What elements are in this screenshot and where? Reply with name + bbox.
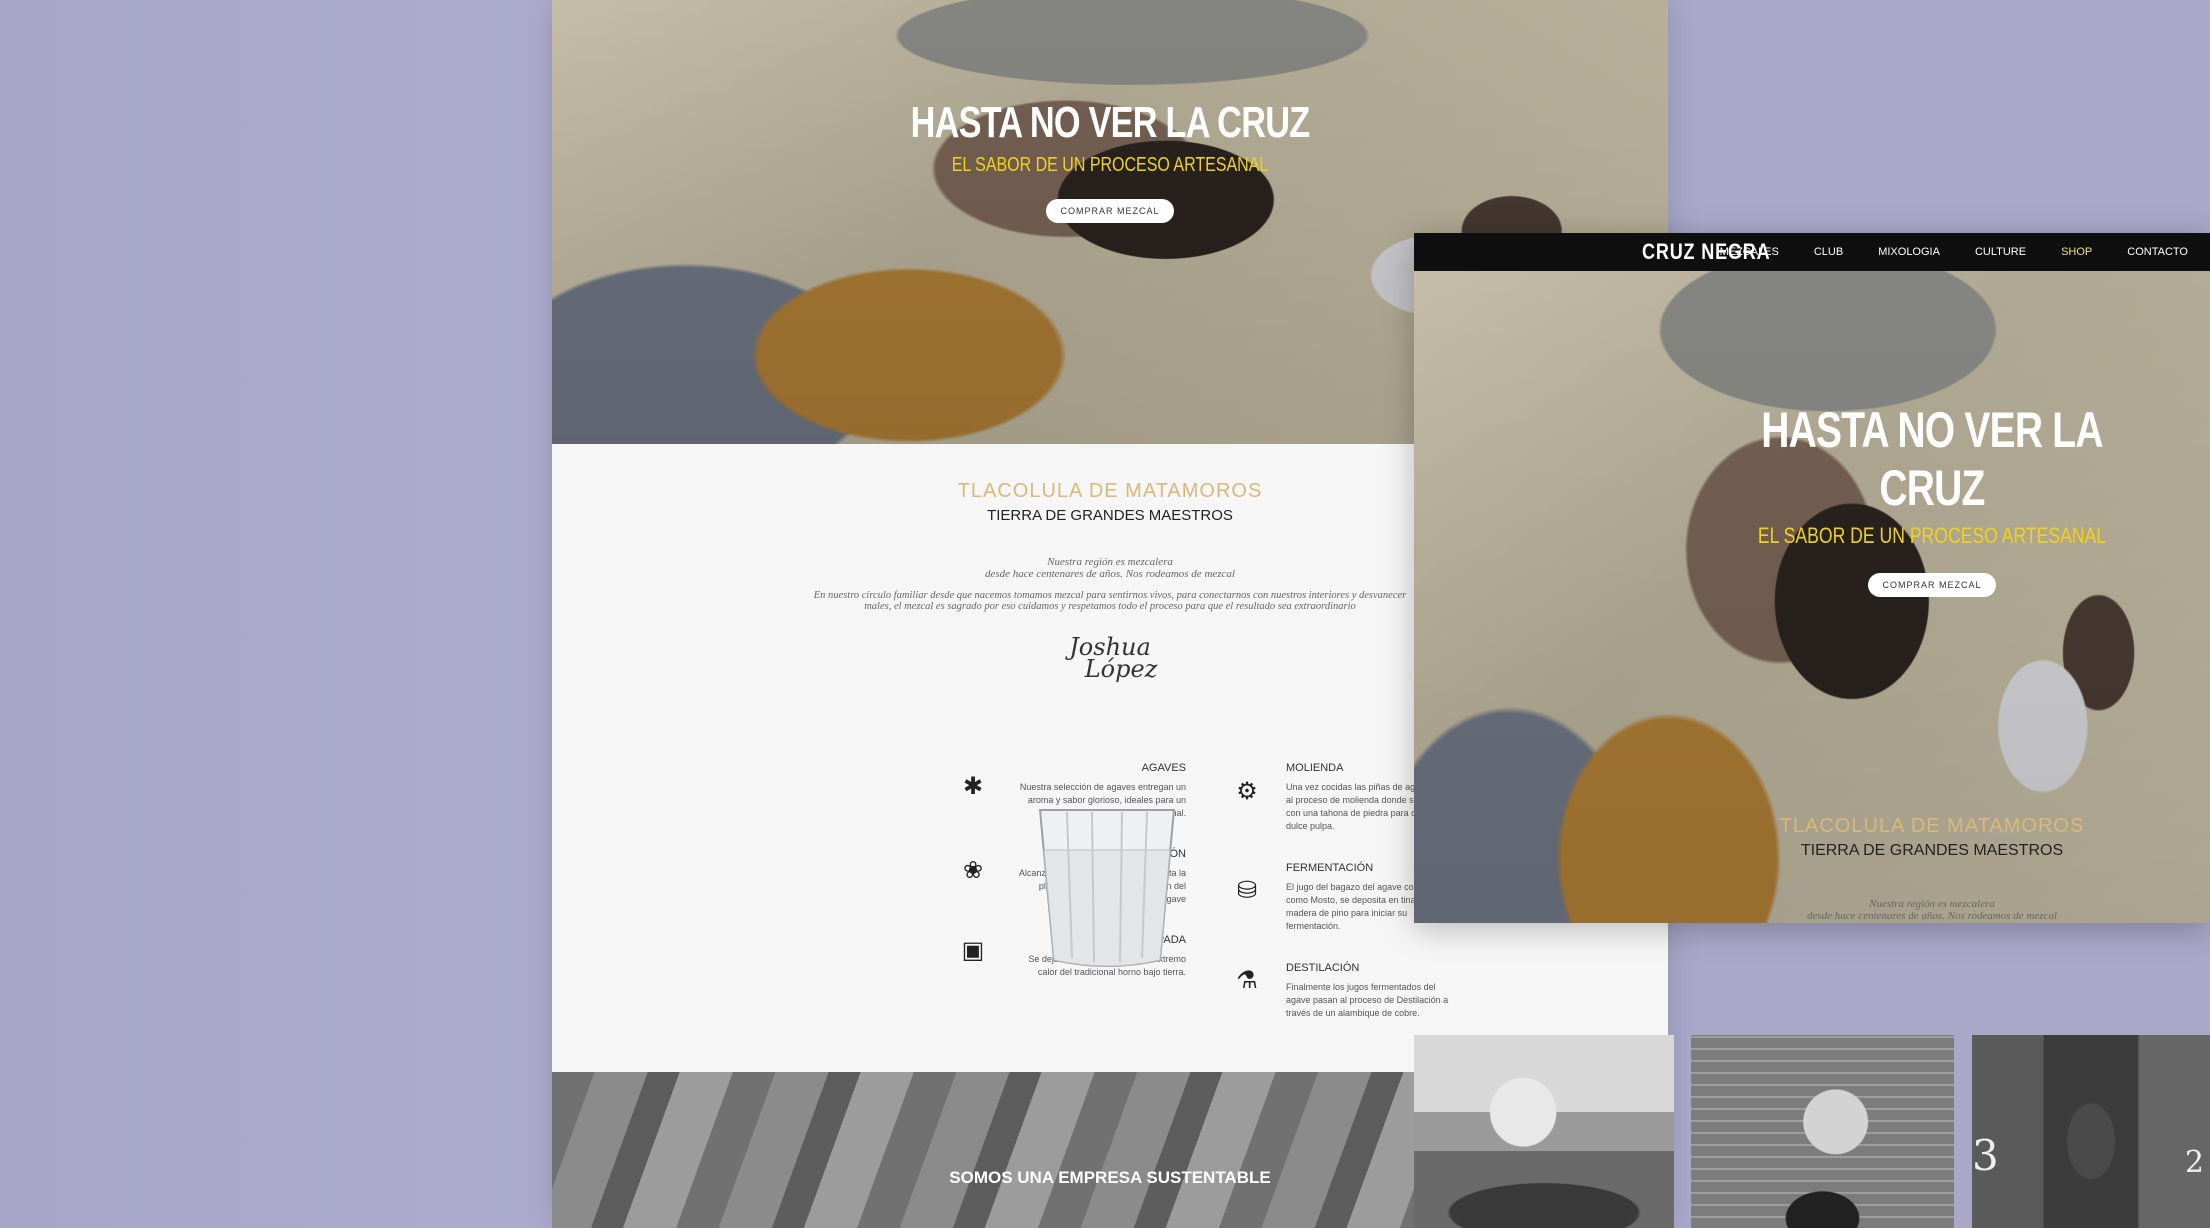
barrel-icon: ⛁	[1236, 877, 1258, 904]
process-text: través de un alambique de cobre.	[1286, 1008, 1420, 1018]
hero-content: HASTA NO VER LA CRUZ EL SABOR DE UN PROC…	[552, 98, 1668, 223]
process-destilacion: DESTILACIÓN Finalmente los jugos ferment…	[1286, 962, 1456, 1020]
hero-subtitle: EL SABOR DE UN PROCESO ARTESANAL	[951, 154, 1269, 176]
nav-item-club[interactable]: CLUB	[1814, 246, 1843, 258]
still-icon: ⚗	[1236, 967, 1258, 994]
nav-item-shop[interactable]: SHOP	[2061, 246, 2092, 258]
nav-menu: MEZCALES CLUB MIXOLOGIA CULTURE SHOP CON…	[1685, 233, 2188, 271]
process-text: agave pasan al proceso de Destilación a	[1286, 995, 1449, 1005]
mockup-desktop: CRUZ NEGRA MEZCALES CLUB MIXOLOGIA CULTU…	[1414, 233, 2210, 923]
quote-line-2: desde hace centenares de años. Nos rodea…	[1807, 910, 2057, 922]
region-title: TLACOLULA DE MATAMOROS	[1779, 815, 2085, 837]
quote-line-1: Nuestra región es mezcalera	[1869, 898, 1995, 910]
agave-icon: ✱	[962, 773, 984, 800]
mill-icon: ⚙	[1236, 778, 1258, 805]
hero-content-desktop: HASTA NO VER LA CRUZ EL SABOR DE UN PROC…	[1654, 401, 2210, 597]
intro-section-desktop: TLACOLULA DE MATAMOROS TIERRA DE GRANDES…	[1654, 815, 2210, 922]
photo-mezcal-maker	[1691, 1035, 1954, 1228]
hero-subtitle: EL SABOR DE UN PROCESO ARTESANAL	[1757, 523, 2107, 548]
process-text: Finalmente los jugos fermentados del	[1286, 982, 1436, 992]
oven-icon: ▣	[961, 937, 985, 964]
top-nav: CRUZ NEGRA MEZCALES CLUB MIXOLOGIA CULTU…	[1414, 233, 2210, 271]
barrel-number: 2	[2184, 1145, 2204, 1180]
process-title: DESTILACIÓN	[1286, 962, 1360, 974]
background	[0, 0, 552, 1228]
photo-field-worker	[1414, 1035, 1674, 1228]
nav-item-culture[interactable]: CULTURE	[1975, 246, 2026, 258]
sustainable-title: SOMOS UNA EMPRESA SUSTENTABLE	[949, 1168, 1271, 1187]
mezcal-glass-image	[1038, 809, 1176, 967]
region-tagline: TIERRA DE GRANDES MAESTROS	[1800, 842, 2064, 859]
agave-heart-icon: ❀	[962, 857, 984, 884]
barrel-number: 3	[1972, 1131, 1999, 1180]
photo-distillery: 3 2	[1972, 1035, 2210, 1228]
process-title: AGAVES	[1141, 762, 1186, 774]
hero-title: HASTA NO VER LA CRUZ	[910, 98, 1311, 147]
process-text: Nuestra selección de agaves entregan un	[1019, 782, 1186, 792]
nav-item-mixologia[interactable]: MIXOLOGIA	[1878, 246, 1940, 258]
buy-mezcal-button[interactable]: COMPRAR MEZCAL	[1046, 199, 1174, 223]
hero-title: HASTA NO VER LA CRUZ	[1761, 402, 2103, 516]
nav-item-mezcales[interactable]: MEZCALES	[1720, 246, 1779, 258]
buy-mezcal-button[interactable]: COMPRAR MEZCAL	[1868, 573, 1996, 597]
nav-item-contacto[interactable]: CONTACTO	[2127, 246, 2188, 258]
